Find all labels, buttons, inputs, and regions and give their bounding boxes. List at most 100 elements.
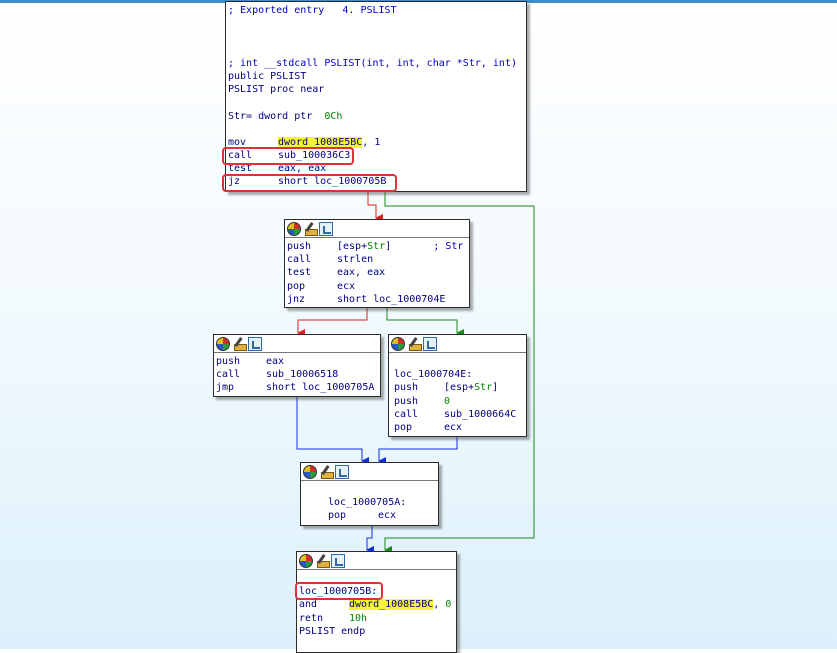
code-line[interactable]: push [esp+Str] xyxy=(394,381,524,394)
color-palette-icon[interactable] xyxy=(299,553,313,568)
code-line[interactable]: push eax xyxy=(216,355,378,368)
code-line[interactable] xyxy=(228,30,524,43)
stack-var: Str xyxy=(367,241,386,252)
operand: strlen xyxy=(337,254,374,266)
mnemonic: call xyxy=(216,369,241,381)
node-code: push [esp+Str] ; Str call strlen test eax, ea… xyxy=(285,238,469,308)
mnemonic: call xyxy=(394,408,419,420)
mnemonic: jnz xyxy=(287,293,306,305)
immediate-value: 0 xyxy=(444,395,451,407)
node-toolbar xyxy=(214,335,380,353)
code-line[interactable]: push 0 xyxy=(394,395,524,408)
node-toolbar xyxy=(285,220,469,238)
node-toolbar xyxy=(297,552,456,570)
color-palette-icon[interactable] xyxy=(391,336,405,351)
code-line[interactable]: call sub_10006518 xyxy=(216,368,378,381)
graph-node-loc-1000704E[interactable]: loc_1000704E: push [esp+Str] push 0 call sub_1… xyxy=(388,334,527,437)
mnemonic: jmp xyxy=(216,382,235,394)
operand: short loc_1000705A xyxy=(266,382,375,394)
edge-n2-n4-true xyxy=(386,306,464,337)
code-text: ; int __stdcall PSLIST(int, int, char *S… xyxy=(228,57,517,69)
color-palette-icon[interactable] xyxy=(216,336,230,351)
code-line[interactable]: jmp short loc_1000705A xyxy=(216,381,378,394)
color-palette-icon[interactable] xyxy=(303,464,317,479)
code-line[interactable]: push [esp+Str] ; Str xyxy=(287,240,467,253)
code-line[interactable]: call strlen xyxy=(287,253,467,266)
stack-var: Str xyxy=(474,382,493,394)
edge-n1-n2-false xyxy=(367,192,383,222)
code-text: public PSLIST xyxy=(228,70,307,82)
graph-node-strlen-check[interactable]: push [esp+Str] ; Str call strlen test eax, ea… xyxy=(284,219,470,308)
code-text: PSLIST endp xyxy=(299,625,366,637)
code-line[interactable] xyxy=(228,44,524,57)
code-line[interactable]: public PSLIST xyxy=(228,70,524,83)
mnemonic: and xyxy=(299,599,318,611)
code-line[interactable]: call sub_1000664C xyxy=(394,408,524,421)
operand: ecx xyxy=(337,280,356,292)
mnemonic: push xyxy=(394,395,419,407)
mnemonic: pop xyxy=(394,421,413,433)
code-line[interactable]: pop ecx xyxy=(287,280,467,293)
mnemonic: pop xyxy=(287,280,306,292)
graph-overview-icon[interactable] xyxy=(248,336,262,351)
node-code: loc_1000704E: push [esp+Str] push 0 call sub_1… xyxy=(389,353,526,436)
code-line[interactable]: jnz short loc_1000704E xyxy=(287,293,467,306)
operand: , 1 xyxy=(362,136,381,148)
immediate-value: 0Ch xyxy=(324,110,343,122)
node-code: loc_1000705A: pop ecx xyxy=(301,481,438,525)
code-line[interactable] xyxy=(228,123,524,136)
code-line[interactable] xyxy=(228,96,524,109)
code-line[interactable]: ; int __stdcall PSLIST(int, int, char *S… xyxy=(228,57,524,70)
code-text: loc_1000704E: xyxy=(394,369,473,381)
rename-icon[interactable] xyxy=(303,222,318,236)
mnemonic: test xyxy=(287,267,312,279)
immediate-value: 10h xyxy=(349,612,368,624)
code-line[interactable]: pop ecx xyxy=(328,509,436,522)
edge-n5-n6 xyxy=(366,525,374,554)
rename-icon[interactable] xyxy=(232,337,247,351)
graph-overview-icon[interactable] xyxy=(319,221,333,236)
edge-n2-n3-false xyxy=(297,306,368,337)
code-line[interactable]: PSLIST proc near xyxy=(228,83,524,96)
rename-icon[interactable] xyxy=(319,465,334,479)
code-line[interactable]: loc_1000705A: xyxy=(328,496,436,509)
code-line[interactable]: ; Exported entry 4. PSLIST xyxy=(228,4,524,17)
operand: ] xyxy=(492,382,499,394)
code-text: PSLIST proc near xyxy=(228,84,325,96)
code-line[interactable]: test eax, eax xyxy=(287,266,467,279)
code-line[interactable]: Str= dword ptr 0Ch xyxy=(228,110,524,123)
operand: sub_10006518 xyxy=(266,369,339,381)
comment: ; Str xyxy=(391,241,464,252)
highlighted-operand: dword_1008E5BC xyxy=(349,599,434,611)
code-line[interactable]: retn 10h xyxy=(299,612,454,625)
node-toolbar xyxy=(389,335,526,353)
code-line[interactable] xyxy=(394,355,524,368)
rename-icon[interactable] xyxy=(407,337,422,351)
graph-overview-icon[interactable] xyxy=(331,553,345,568)
color-palette-icon[interactable] xyxy=(287,221,301,236)
operand: eax xyxy=(266,356,285,367)
operand: [esp+ xyxy=(337,241,368,252)
graph-node-call-sub-10006518[interactable]: push eax call sub_10006518jmp short loc_1000… xyxy=(213,334,381,397)
annotation-box-jz xyxy=(222,174,397,192)
operand: short loc_1000704E xyxy=(337,293,446,305)
code-line[interactable] xyxy=(328,483,436,496)
mnemonic: retn xyxy=(299,612,324,624)
code-line[interactable]: pop ecx xyxy=(394,421,524,434)
node-code: push eax call sub_10006518jmp short loc_1000… xyxy=(214,353,380,397)
code-line[interactable]: and dword_1008E5BC, 0 xyxy=(299,598,454,611)
mnemonic: pop xyxy=(328,510,347,522)
code-line[interactable] xyxy=(228,17,524,30)
code-line[interactable]: loc_1000704E: xyxy=(394,368,524,381)
node-toolbar xyxy=(301,463,438,481)
operand: [esp+ xyxy=(444,382,475,394)
code-line[interactable]: PSLIST endp xyxy=(299,625,454,638)
rename-icon[interactable] xyxy=(315,554,330,568)
node-code: loc_1000705B: and dword_1008E5BC, 0 retn 10h… xyxy=(297,570,456,640)
graph-overview-icon[interactable] xyxy=(423,336,437,351)
mnemonic: push xyxy=(287,241,312,252)
graph-node-loc-1000705B[interactable]: loc_1000705B: and dword_1008E5BC, 0 retn 10h… xyxy=(296,551,457,653)
operand: sub_1000664C xyxy=(444,408,517,420)
graph-overview-icon[interactable] xyxy=(335,464,349,479)
graph-node-loc-1000705A[interactable]: loc_1000705A: pop ecx xyxy=(300,462,439,526)
